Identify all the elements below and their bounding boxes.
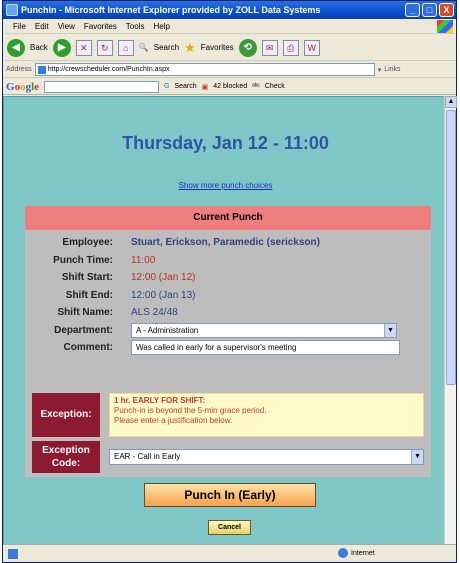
google-search-label[interactable]: Search xyxy=(174,83,196,90)
mail-icon[interactable]: ✉ xyxy=(261,39,278,56)
scroll-up-icon[interactable]: ▲ xyxy=(445,96,457,108)
exception-code-label-line1: Exception xyxy=(42,445,90,456)
exception-code-label: Exception Code: xyxy=(32,441,100,473)
status-bar: Internet xyxy=(3,544,456,562)
shift-end-label: Shift End: xyxy=(65,289,113,301)
panel-title: Current Punch xyxy=(25,206,431,230)
menu-help[interactable]: Help xyxy=(153,19,169,33)
shift-end-value: 12:00 (Jan 13) xyxy=(131,289,196,301)
title-bar: Punchin - Microsoft Internet Explorer pr… xyxy=(3,1,456,19)
page-heading: Thursday, Jan 12 - 11:00 xyxy=(122,133,329,153)
google-search-input[interactable] xyxy=(44,80,160,93)
check-label[interactable]: Check xyxy=(265,83,285,90)
security-zone: Internet xyxy=(338,548,375,558)
employee-label: Employee: xyxy=(62,237,113,248)
home-icon[interactable]: ⌂ xyxy=(117,39,134,56)
back-button-label[interactable]: Back xyxy=(30,43,48,52)
search-button-label[interactable]: Search xyxy=(154,43,179,52)
punch-time-label: Punch Time: xyxy=(53,254,113,266)
favorites-button-label[interactable]: Favorites xyxy=(201,43,234,52)
google-toolbar: Google G Search ▣ 42 blocked ᵃᵇᶜ Check xyxy=(3,79,456,95)
menu-bar: File Edit View Favorites Tools Help xyxy=(3,19,456,34)
browser-window: Punchin - Microsoft Internet Explorer pr… xyxy=(2,0,457,563)
punch-time-value: 11:00 xyxy=(131,254,156,266)
minimize-button[interactable]: _ xyxy=(405,3,420,17)
spellcheck-icon: ᵃᵇᶜ xyxy=(252,83,260,90)
popup-blocked-label[interactable]: 42 blocked xyxy=(213,83,247,90)
forward-arrow-icon[interactable]: ▶ xyxy=(52,38,71,57)
scroll-thumb[interactable] xyxy=(446,110,456,385)
links-label[interactable]: Links xyxy=(384,66,400,73)
punch-time-row: Punch Time: 11:00 xyxy=(25,252,431,270)
exception-line-2: Please enter a justification below. xyxy=(114,416,233,425)
address-bar: Address http://crewscheduler.com/PunchIn… xyxy=(3,62,456,78)
address-input[interactable]: http://crewscheduler.com/PunchIn.aspx xyxy=(34,63,375,76)
ie-icon xyxy=(6,4,18,16)
menu-favorites[interactable]: Favorites xyxy=(84,19,117,33)
shift-start-label: Shift Start: xyxy=(61,272,113,283)
shift-name-value: ALS 24/48 xyxy=(131,307,178,318)
exception-label: Exception: xyxy=(32,393,100,437)
exception-message: 1 hr. EARLY FOR SHIFT: Punch-in is beyon… xyxy=(109,393,424,437)
zone-label: Internet xyxy=(351,549,375,557)
back-arrow-icon[interactable]: ◀ xyxy=(7,38,25,57)
department-label: Department: xyxy=(54,324,113,336)
edit-icon[interactable]: W xyxy=(303,39,320,56)
chevron-down-icon[interactable]: ▼ xyxy=(411,450,423,464)
menu-edit[interactable]: Edit xyxy=(35,19,49,33)
maximize-button[interactable]: □ xyxy=(422,3,437,17)
shift-end-row: Shift End: 12:00 (Jan 13) xyxy=(25,287,431,305)
google-logo[interactable]: Google xyxy=(6,81,39,93)
shift-name-row: Shift Name: ALS 24/48 xyxy=(25,304,431,322)
punch-in-button[interactable]: Punch In (Early) xyxy=(144,483,316,507)
history-icon[interactable]: ⟲ xyxy=(238,38,257,57)
comment-input[interactable]: Was called in early for a supervisor's m… xyxy=(131,340,400,355)
chevron-down-icon[interactable]: ▼ xyxy=(384,323,396,337)
nav-toolbar: ◀ Back ▶ ✕ ↻ ⌂ 🔍 Search ★ Favorites ⟲ ✉ … xyxy=(3,35,456,61)
google-search-icon[interactable]: G xyxy=(164,83,169,90)
globe-icon xyxy=(338,548,348,558)
vertical-scrollbar[interactable]: ▲ xyxy=(444,96,457,545)
close-button[interactable]: X xyxy=(439,3,454,17)
shift-start-row: Shift Start: 12:00 (Jan 12) xyxy=(25,269,431,287)
stop-icon[interactable]: ✕ xyxy=(75,39,92,56)
shift-name-label: Shift Name: xyxy=(57,307,113,318)
go-dropdown-icon[interactable]: ▾ xyxy=(378,66,382,74)
address-url: http://crewscheduler.com/PunchIn.aspx xyxy=(47,66,170,73)
cancel-button[interactable]: Cancel xyxy=(208,520,251,535)
menu-file[interactable]: File xyxy=(13,19,26,33)
page-status-icon xyxy=(8,548,18,559)
refresh-icon[interactable]: ↻ xyxy=(96,39,113,56)
exception-title: 1 hr. EARLY FOR SHIFT: xyxy=(114,396,206,405)
comment-row: Comment: Was called in early for a super… xyxy=(25,339,431,357)
exception-code-value: EAR - Call in Early xyxy=(114,452,181,461)
exception-line-1: Punch-in is beyond the 5-min grace perio… xyxy=(114,406,267,415)
page-content: Thursday, Jan 12 - 11:00 Show more punch… xyxy=(3,96,446,545)
popup-blocked-icon: ▣ xyxy=(201,83,209,91)
current-punch-panel: Current Punch Employee: Stuart, Erickson… xyxy=(25,206,431,406)
print-icon[interactable]: ⎙ xyxy=(282,39,299,56)
exception-code-label-line2: Code: xyxy=(51,458,81,469)
exception-section: Exception: 1 hr. EARLY FOR SHIFT: Punch-… xyxy=(25,387,431,477)
department-selected-value: A - Administration xyxy=(136,325,199,335)
page-icon xyxy=(37,66,46,74)
more-punch-choices-link[interactable]: Show more punch choices xyxy=(4,181,445,190)
window-title: Punchin - Microsoft Internet Explorer pr… xyxy=(21,5,321,15)
comment-label: Comment: xyxy=(63,342,113,353)
favorites-star-icon[interactable]: ★ xyxy=(184,40,196,56)
search-icon[interactable]: 🔍 xyxy=(139,43,149,52)
address-label: Address xyxy=(6,66,32,73)
menu-tools[interactable]: Tools xyxy=(126,19,145,33)
shift-start-value: 12:00 (Jan 12) xyxy=(131,272,196,283)
exception-code-select[interactable]: EAR - Call in Early ▼ xyxy=(109,449,424,465)
employee-row: Employee: Stuart, Erickson, Paramedic (s… xyxy=(25,234,431,252)
department-select[interactable]: A - Administration ▼ xyxy=(131,322,397,338)
windows-flag-icon xyxy=(437,20,453,33)
menu-view[interactable]: View xyxy=(58,19,75,33)
department-row: Department: A - Administration ▼ xyxy=(25,322,431,340)
employee-value: Stuart, Erickson, Paramedic (serickson) xyxy=(131,237,320,248)
